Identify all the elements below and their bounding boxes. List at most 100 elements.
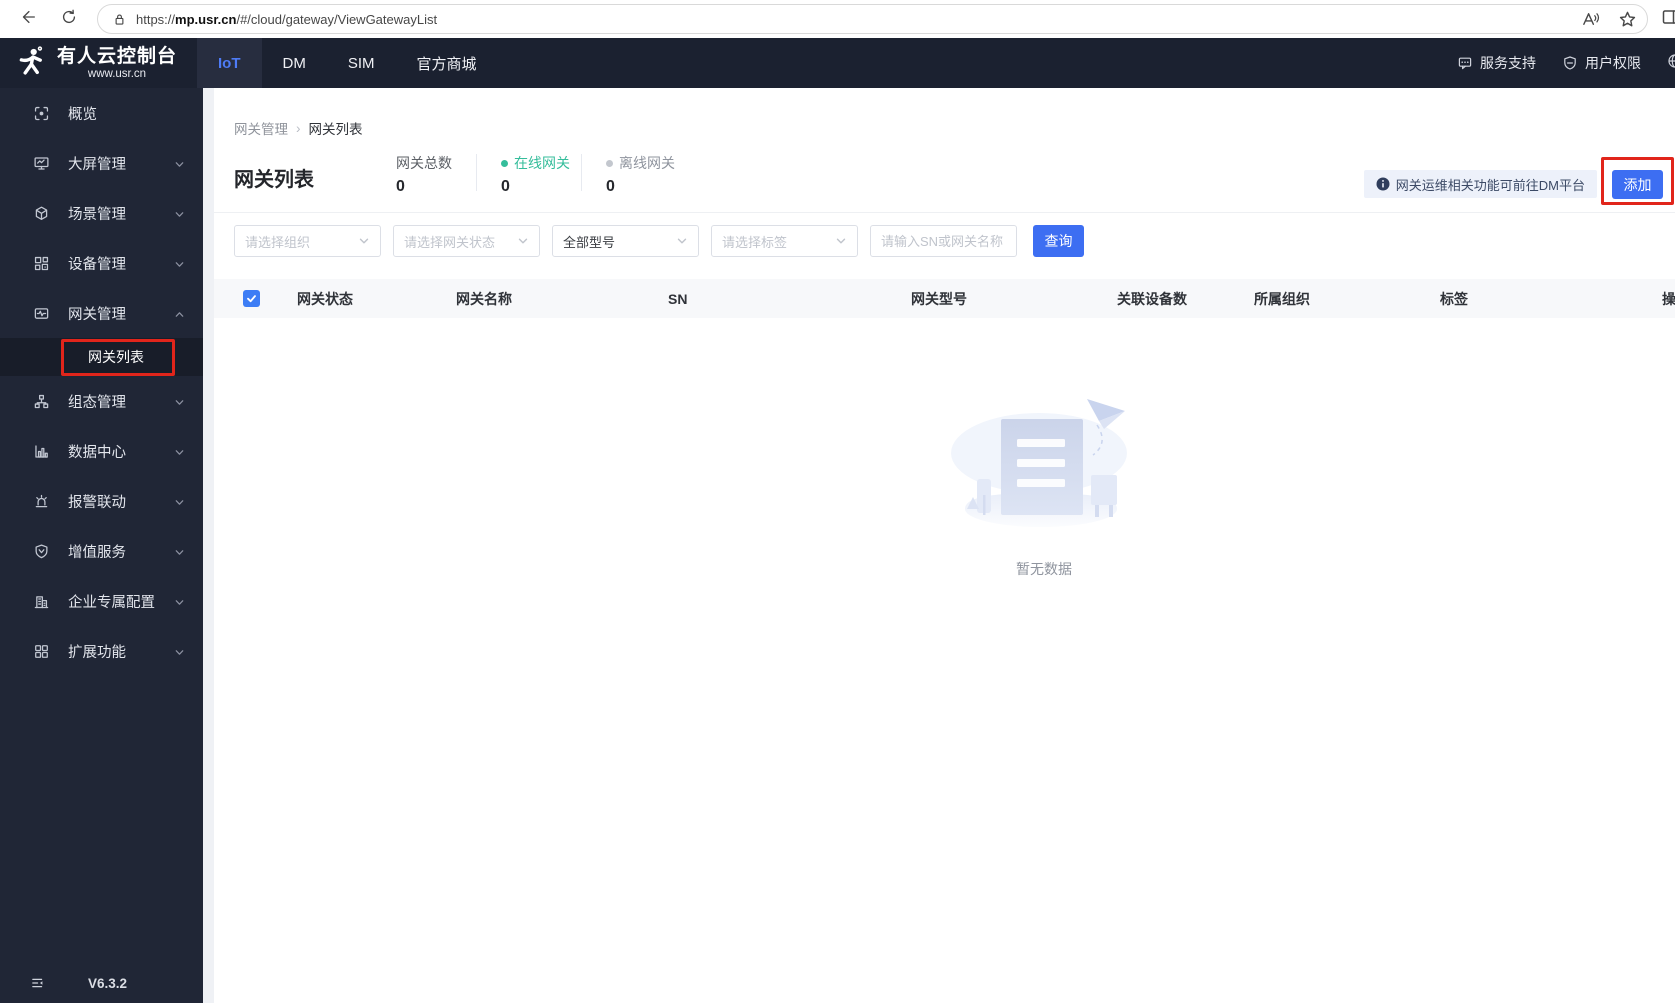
tag-select[interactable]: 请选择标签 [711,225,858,257]
service-support-link[interactable]: 服务支持 [1457,53,1536,73]
sidebar-item-label: 网关管理 [68,306,126,323]
column-organization: 所属组织 [1254,290,1310,307]
model-select[interactable]: 全部型号 [552,225,699,257]
sidebar-item-label: 扩展功能 [68,644,126,661]
tab-iot[interactable]: IoT [197,38,262,88]
sidebar-item-overview[interactable]: 概览 [0,88,203,138]
select-all-checkbox[interactable] [243,290,260,307]
page-title: 网关列表 [234,169,314,191]
chevron-up-icon [174,308,185,319]
stat-online-gateways: 在线网关 0 [501,153,571,196]
config-icon [33,393,50,410]
column-tags: 标签 [1440,290,1468,307]
vas-icon [33,543,50,560]
sidebar-footer: V6.3.2 [0,969,203,997]
chevron-down-icon [174,208,185,219]
column-actions: 操作 [1662,290,1675,307]
table-header-checkbox-cell [234,290,277,307]
sidebar-item-scene-management[interactable]: 场景管理 [0,188,203,238]
gateway-status-select[interactable]: 请选择网关状态 [393,225,540,257]
collapse-sidebar-icon[interactable] [30,975,46,991]
column-linked-devices: 关联设备数 [1117,290,1187,307]
user-permissions-link[interactable]: 用户权限 [1562,53,1641,73]
sidebar-item-alarm-linkage[interactable]: 报警联动 [0,476,203,526]
sidebar-item-label: 场景管理 [68,206,126,223]
service-support-label: 服务支持 [1480,55,1536,71]
chevron-down-icon [517,235,529,247]
stat-divider [581,154,582,191]
screen-icon [33,155,50,172]
sidebar-item-device-management[interactable]: 设备管理 [0,238,203,288]
sidebar-item-value-added-services[interactable]: 增值服务 [0,526,203,576]
stat-offline-gateways: 离线网关 0 [606,153,676,196]
chevron-down-icon [174,496,185,507]
empty-illustration [951,399,1127,527]
browser-toolbar: https://mp.usr.cn/#/cloud/gateway/ViewGa… [0,0,1675,38]
empty-state: 暂无数据 [934,391,1154,579]
address-bar-actions [1581,10,1637,29]
sidebar-item-extensions[interactable]: 扩展功能 [0,626,203,676]
device-icon [33,255,50,272]
tab-dm[interactable]: DM [262,38,327,88]
sidebar-item-label: 组态管理 [68,394,126,411]
breadcrumb: 网关管理 › 网关列表 [234,118,363,138]
stat-total-gateways: 网关总数 0 [396,153,466,196]
refresh-icon [60,8,78,31]
version-label: V6.3.2 [88,975,128,991]
breadcrumb-gateway-management[interactable]: 网关管理 [234,118,288,138]
tab-official-store[interactable]: 官方商城 [396,38,498,88]
chevron-down-icon [174,158,185,169]
breadcrumb-gateway-list: 网关列表 [308,122,363,137]
chevron-down-icon [358,235,370,247]
user-permissions-label: 用户权限 [1585,55,1641,71]
favorite-star-icon[interactable] [1618,10,1637,29]
address-bar[interactable]: https://mp.usr.cn/#/cloud/gateway/ViewGa… [97,4,1648,34]
top-navbar: 有人云控制台 www.usr.cn IoT DM SIM 官方商城 服务支持 用… [0,38,1675,88]
organization-select[interactable]: 请选择组织 [234,225,381,257]
tab-sim[interactable]: SIM [327,38,396,88]
browser-refresh-button[interactable] [55,5,83,33]
sn-search-input[interactable] [870,225,1017,257]
data-center-icon [33,443,50,460]
info-icon [1376,177,1390,191]
gateway-icon [33,305,50,322]
sidebar-item-configuration-management[interactable]: 组态管理 [0,376,203,426]
browser-back-button[interactable] [14,5,42,33]
sidebar-item-enterprise-config[interactable]: 企业专属配置 [0,576,203,626]
sidebar-item-gateway-management[interactable]: 网关管理 [0,288,203,338]
stat-label: 网关总数 [396,155,452,171]
language-globe-button[interactable] [1667,53,1675,74]
sidebar-item-label: 设备管理 [68,256,126,273]
browser-panel-button[interactable] [1660,8,1675,30]
dm-platform-info-banner: 网关运维相关功能可前往DM平台 [1363,170,1597,198]
chevron-down-icon [835,235,847,247]
sidebar-subitem-gateway-list[interactable]: 网关列表 [0,338,203,376]
chevron-down-icon [174,596,185,607]
sidebar-item-label: 企业专属配置 [68,594,155,611]
url-text: https://mp.usr.cn/#/cloud/gateway/ViewGa… [136,11,438,27]
chevron-down-icon [174,258,185,269]
stat-label: 离线网关 [606,153,676,173]
sidebar-item-data-center[interactable]: 数据中心 [0,426,203,476]
sidebar-item-label: 增值服务 [68,544,126,561]
sidebar-item-screen-management[interactable]: 大屏管理 [0,138,203,188]
check-icon [246,291,257,307]
query-button[interactable]: 查询 [1033,225,1084,257]
column-gateway-model: 网关型号 [911,290,967,307]
column-sn: SN [668,290,688,307]
stat-value: 0 [396,178,405,195]
chat-icon [1457,55,1473,71]
brand-logo[interactable]: 有人云控制台 www.usr.cn [0,38,197,88]
column-gateway-status: 网关状态 [297,290,353,307]
empty-text: 暂无数据 [1016,561,1072,577]
add-gateway-button[interactable]: 添加 [1612,170,1663,199]
read-aloud-icon[interactable] [1581,10,1600,29]
logo-person-icon [15,46,49,80]
table-header: 网关状态 网关名称 SN 网关型号 关联设备数 所属组织 标签 操作 [214,279,1675,318]
section-divider [214,212,1675,213]
stat-divider [476,154,477,191]
chevron-down-icon [174,546,185,557]
column-gateway-name: 网关名称 [456,290,512,307]
sidebar-item-label: 概览 [68,106,97,123]
chevron-down-icon [174,446,185,457]
